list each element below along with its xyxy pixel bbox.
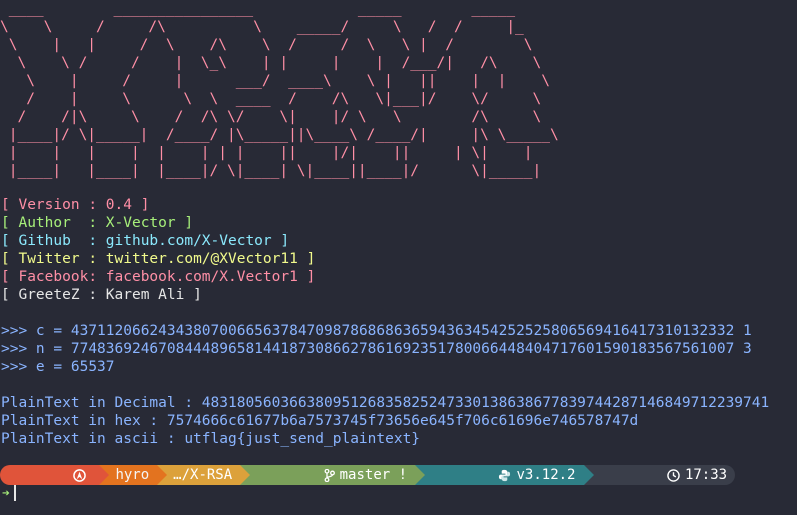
info-twitter-line: [ Twitter : twitter.com/@XVector11 ] bbox=[1, 251, 316, 267]
param-c-value: 4371120662434380700665637847098786868636… bbox=[70, 323, 752, 339]
info-author-line: [ Author : X-Vector ] bbox=[1, 215, 194, 231]
twitter-value: twitter.com/@XVector11 bbox=[105, 251, 298, 267]
result-ascii-line: PlainText in ascii : utflag{just_send_pl… bbox=[1, 431, 421, 447]
param-n-line: >>> n = 77483692467084448965814418730866… bbox=[1, 341, 752, 357]
command-input-line[interactable]: ➔ bbox=[2, 484, 16, 502]
github-value: github.com/X-Vector bbox=[105, 233, 272, 249]
prompt-time: 17:33 bbox=[684, 467, 728, 483]
prompt-python-segment: v3.12.2 bbox=[415, 465, 594, 485]
info-github-line: [ Github : github.com/X-Vector ] bbox=[1, 233, 290, 249]
info-greetez-line: [ GreeteZ : Karem Ali ] bbox=[1, 287, 202, 303]
prompt-directory: …/X-RSA bbox=[173, 467, 233, 483]
git-branch-icon bbox=[256, 451, 339, 499]
prompt-arrow-icon: ➔ bbox=[2, 485, 10, 501]
version-value: 0.4 bbox=[105, 197, 132, 213]
prompt-os-segment bbox=[0, 465, 110, 485]
result-ascii-value: utflag{just_send_plaintext} bbox=[184, 431, 421, 447]
info-version-line: [ Version : 0.4 ] bbox=[1, 197, 150, 213]
ascii-banner: ____ ________________ _____ _____ \ \ / … bbox=[0, 1, 559, 179]
prompt-python-version: v3.12.2 bbox=[516, 467, 576, 483]
author-value: X-Vector bbox=[105, 215, 176, 231]
param-e-value: 65537 bbox=[70, 359, 115, 375]
prompt-directory-segment: …/X-RSA bbox=[157, 465, 251, 485]
prompt-username: hyro bbox=[115, 467, 150, 483]
param-c-line: >>> c = 43711206624343807006656378470987… bbox=[1, 323, 752, 339]
result-decimal-line: PlainText in Decimal : 48318056036638095… bbox=[1, 395, 770, 411]
clock-icon bbox=[600, 451, 685, 499]
param-e-line: >>> e = 65537 bbox=[1, 359, 115, 375]
result-hex-line: PlainText in hex : 7574666c61677b6a75737… bbox=[1, 413, 639, 429]
info-facebook-line: [ Facebook: facebook.com/X.Vector1 ] bbox=[1, 269, 316, 285]
prompt-git-segment: master ! bbox=[240, 465, 425, 485]
shell-prompt-bar: hyro …/X-RSA master ! v3.12.2 17:33 bbox=[0, 465, 736, 485]
prompt-branch: master ! bbox=[339, 467, 408, 483]
result-decimal-value: 4831805603663809512683582524733013863867… bbox=[201, 395, 770, 411]
param-n-value: 7748369246708444896581441873086627861692… bbox=[70, 341, 752, 357]
arch-icon bbox=[6, 451, 91, 499]
python-icon bbox=[431, 451, 516, 499]
text-cursor[interactable] bbox=[13, 485, 16, 501]
facebook-value: facebook.com/X.Vector1 bbox=[105, 269, 298, 285]
terminal-window[interactable]: ____ ________________ _____ _____ \ \ / … bbox=[0, 0, 797, 515]
result-hex-value: 7574666c61677b6a7573745f73656e645f706c61… bbox=[166, 413, 639, 429]
greetez-value: Karem Ali bbox=[105, 287, 185, 303]
prompt-time-segment: 17:33 bbox=[583, 465, 736, 485]
